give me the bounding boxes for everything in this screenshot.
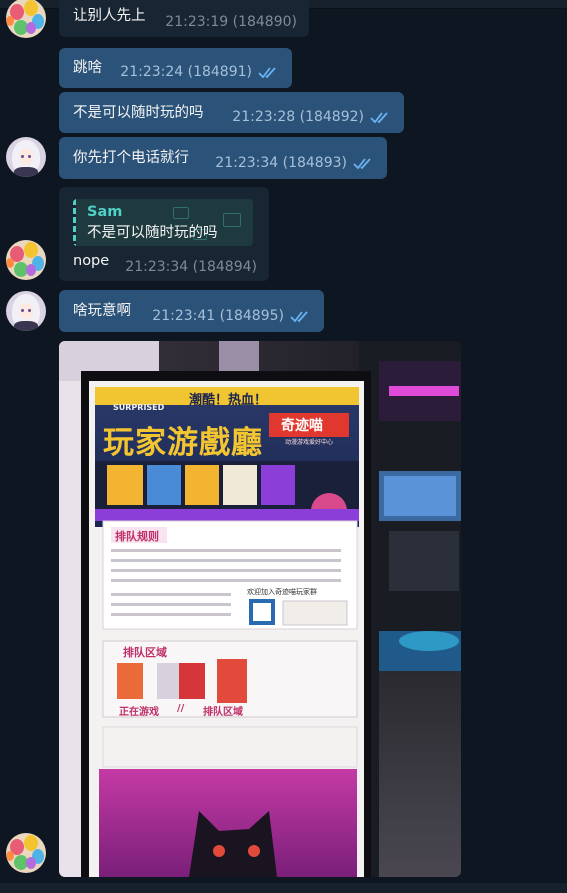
queue-label: 排队区域: [203, 707, 243, 718]
read-receipt-icon: [370, 112, 388, 124]
avatar[interactable]: [6, 291, 46, 331]
sign-tag: SURPRISED: [113, 403, 165, 412]
message-bubble[interactable]: 不是可以随时玩的吗 21:23:28 (184892): [59, 92, 404, 133]
read-receipt-icon: [258, 67, 276, 79]
message-time: 21:23:28 (184892): [232, 109, 364, 125]
photo-message[interactable]: SURPRISED 潮酷！热血！ 玩家游戲廳 奇迹喵 动漫游戏爱好中心 排队规则…: [59, 341, 461, 877]
label-separator: //: [177, 703, 185, 714]
background-pattern: [223, 213, 241, 227]
message-text: 跳啥: [73, 60, 102, 76]
playing-label: 正在游戏: [119, 707, 159, 718]
avatar[interactable]: [6, 137, 46, 177]
message-bubble[interactable]: 让别人先上 21:23:19 (184890): [59, 0, 309, 37]
message-time: 21:23:34 (184894): [125, 259, 257, 275]
reply-sender: Sam: [87, 204, 123, 220]
message-bubble[interactable]: 啥玩意啊 21:23:41 (184895): [59, 290, 324, 332]
avatar[interactable]: [6, 0, 46, 38]
sign-slogan: 潮酷！热血！: [189, 393, 268, 408]
message-text: 你先打个电话就行: [73, 150, 189, 166]
sign-brand: 奇迹喵: [281, 418, 323, 434]
message-text: 让别人先上: [73, 8, 146, 24]
message-text: nope: [73, 253, 110, 269]
message-time: 21:23:34 (184893): [215, 155, 347, 171]
message-bubble[interactable]: Sam 不是可以随时玩的吗 nope 21:23:34 (184894): [59, 187, 269, 281]
avatar[interactable]: [6, 240, 46, 280]
reply-accent-bar: [73, 199, 76, 246]
message-text: 不是可以随时玩的吗: [73, 105, 204, 121]
reply-quote[interactable]: Sam 不是可以随时玩的吗: [73, 199, 253, 246]
message-time: 21:23:24 (184891): [120, 64, 252, 80]
queue-zone-title: 排队区域: [123, 646, 167, 659]
sign-brand-sub: 动漫游戏爱好中心: [285, 439, 334, 446]
reply-text: 不是可以随时玩的吗: [87, 225, 218, 241]
read-receipt-icon: [290, 311, 308, 323]
message-bubble[interactable]: 跳啥 21:23:24 (184891): [59, 48, 292, 88]
bottom-bar: [0, 883, 567, 893]
message-bubble[interactable]: 你先打个电话就行 21:23:34 (184893): [59, 137, 387, 179]
message-time: 21:23:41 (184895): [152, 308, 284, 324]
read-receipt-icon: [353, 158, 371, 170]
rules-title: 排队规则: [115, 530, 159, 543]
qr-caption: 欢迎加入奇迹喵玩家群: [247, 588, 317, 596]
message-time: 21:23:19 (184890): [165, 14, 297, 30]
avatar[interactable]: [6, 833, 46, 873]
background-pattern: [173, 207, 189, 219]
sign-title: 玩家游戲廳: [103, 425, 263, 461]
message-text: 啥玩意啊: [73, 303, 131, 319]
